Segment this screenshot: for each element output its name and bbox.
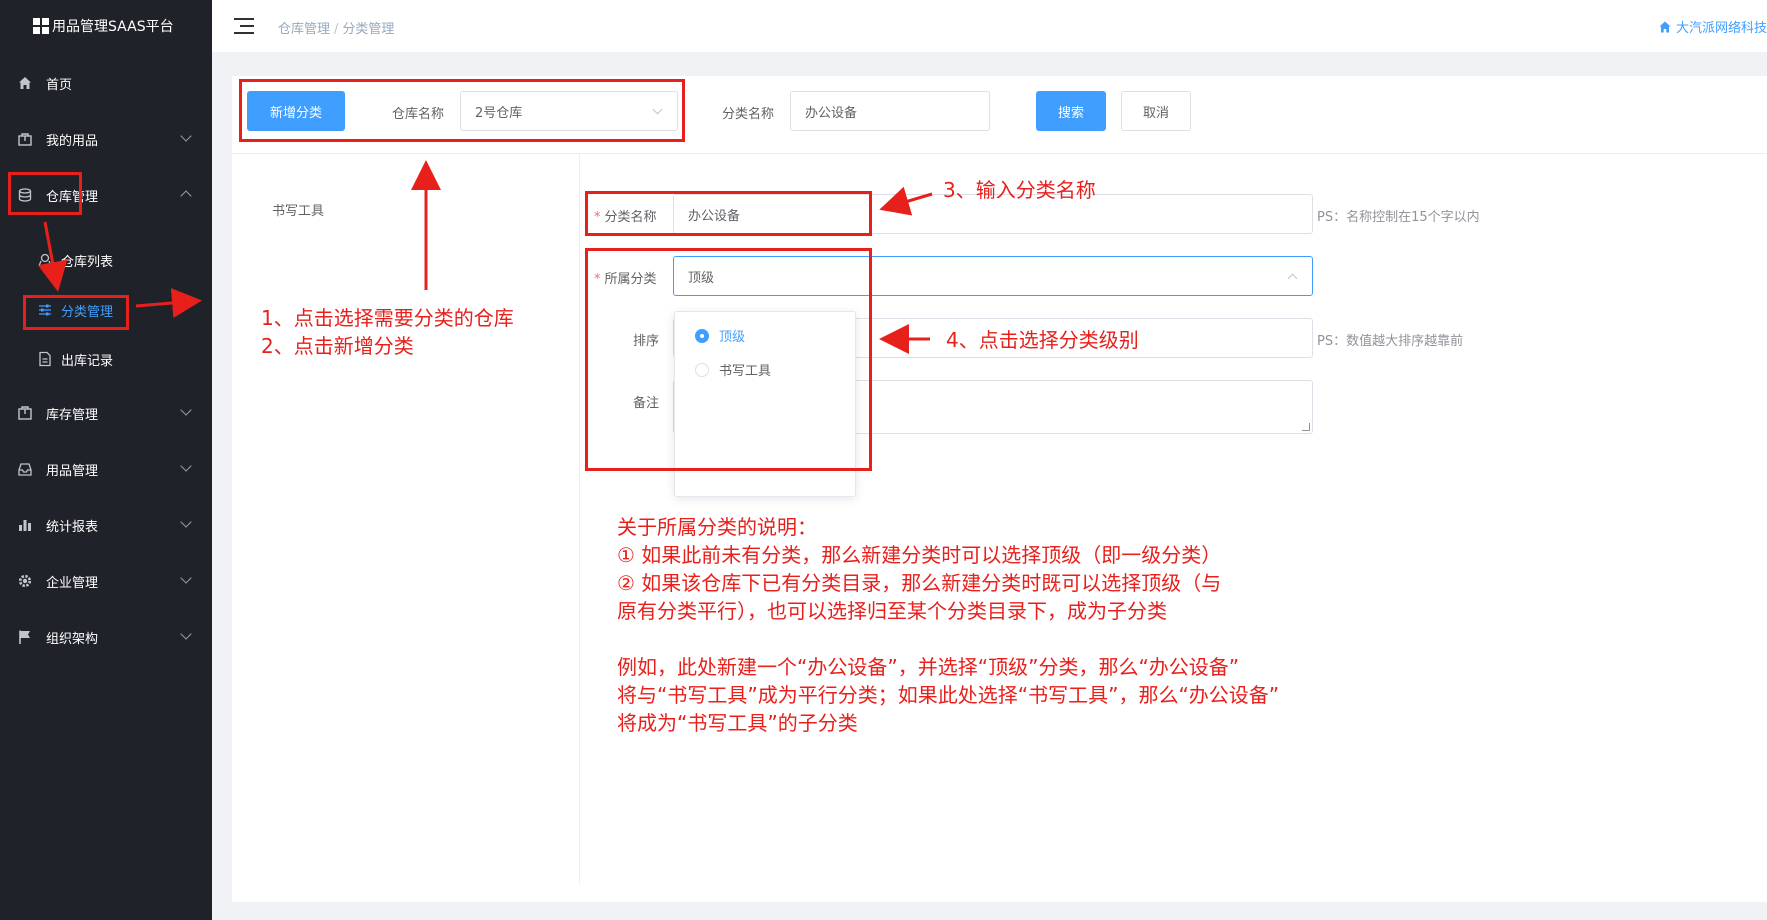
annotation-box-name-field	[585, 191, 872, 236]
chevron-down-icon	[180, 628, 192, 640]
sidebar-item-label: 首页	[46, 77, 73, 93]
category-filter-value: 办公设备	[805, 105, 858, 121]
category-filter-input[interactable]: 办公设备	[790, 91, 990, 131]
annotation-box-warehouse-menu	[8, 172, 82, 215]
sidebar-item-label: 组织架构	[46, 631, 99, 647]
category-tree	[232, 154, 580, 884]
chevron-down-icon	[180, 516, 192, 528]
sidebar-item-label: 企业管理	[46, 575, 99, 591]
sidebar-item-label: 用品管理	[46, 463, 99, 479]
annotation-box-category-menu	[23, 295, 129, 330]
box-icon	[17, 405, 33, 421]
sidebar-item-my-items[interactable]: 我的用品	[0, 119, 212, 159]
sidebar-subitem-outbound[interactable]: 出库记录	[0, 340, 212, 378]
name-hint: PS：名称控制在15个字以内	[1317, 210, 1480, 225]
document-icon	[37, 351, 53, 367]
sidebar-item-label: 我的用品	[46, 133, 99, 149]
company-name: 大汽派网络科技	[1675, 21, 1767, 36]
sidebar-item-label: 统计报表	[46, 519, 99, 535]
category-filter-label: 分类名称	[722, 107, 775, 122]
sidebar-item-reports[interactable]: 统计报表	[0, 505, 212, 545]
flag-icon	[17, 629, 33, 645]
sidebar-subitem-warehouse-list[interactable]: 仓库列表	[0, 241, 212, 279]
bag-icon	[17, 131, 33, 147]
annotation-box-toolbar	[239, 79, 685, 142]
sidebar-item-inventory[interactable]: 库存管理	[0, 393, 212, 433]
hamburger-icon[interactable]	[234, 18, 254, 34]
bar-chart-icon	[17, 517, 33, 533]
breadcrumb-item-current: 分类管理	[342, 22, 395, 37]
chevron-up-icon	[180, 190, 192, 202]
annotation-step-2: 2、点击新增分类	[261, 334, 414, 358]
tree-node[interactable]: 书写工具	[272, 200, 324, 219]
gear-icon	[17, 573, 33, 589]
chevron-down-icon	[180, 572, 192, 584]
sidebar-item-supplies[interactable]: 用品管理	[0, 449, 212, 489]
chevron-down-icon	[180, 404, 192, 416]
location-icon	[37, 252, 53, 268]
annotation-step-4: 4、点击选择分类级别	[946, 328, 1139, 352]
home-icon	[17, 75, 33, 91]
chevron-down-icon	[180, 460, 192, 472]
sidebar-item-enterprise[interactable]: 企业管理	[0, 561, 212, 601]
top-header: 仓库管理 / 分类管理 大汽派网络科技	[212, 0, 1767, 52]
app-title: 用品管理SAAS平台	[52, 19, 174, 35]
company-link[interactable]: 大汽派网络科技	[1659, 17, 1767, 36]
inbox-icon	[17, 461, 33, 477]
annotation-step-3: 3、输入分类名称	[943, 178, 1096, 202]
annotation-step-1: 1、点击选择需要分类的仓库	[261, 306, 514, 330]
sidebar: 用品管理SAAS平台 首页 我的用品 仓库管理 仓库列表 分类管理 出库记录 库…	[0, 0, 212, 920]
sidebar-item-label: 库存管理	[46, 407, 99, 423]
sidebar-item-org[interactable]: 组织架构	[0, 617, 212, 657]
sort-hint: PS：数值越大排序越靠前	[1317, 334, 1464, 349]
search-button[interactable]: 搜索	[1036, 91, 1106, 131]
cancel-button[interactable]: 取消	[1121, 91, 1191, 131]
sidebar-subitem-label: 出库记录	[61, 353, 114, 369]
annotation-box-parent-field	[585, 248, 872, 471]
chevron-down-icon	[180, 130, 192, 142]
breadcrumb-item[interactable]: 仓库管理	[278, 22, 330, 37]
breadcrumb: 仓库管理 / 分类管理	[278, 22, 395, 37]
sidebar-item-home[interactable]: 首页	[0, 63, 212, 103]
annotation-explanation: 关于所属分类的说明： ① 如果此前未有分类，那么新建分类时可以选择顶级（即一级分…	[617, 515, 1280, 735]
sidebar-subitem-label: 仓库列表	[61, 254, 114, 270]
chevron-up-icon	[1287, 273, 1298, 284]
resize-handle-icon[interactable]	[1302, 423, 1310, 431]
app-logo[interactable]: 用品管理SAAS平台	[0, 0, 212, 52]
house-icon	[1659, 21, 1671, 33]
grid-icon	[33, 18, 49, 34]
